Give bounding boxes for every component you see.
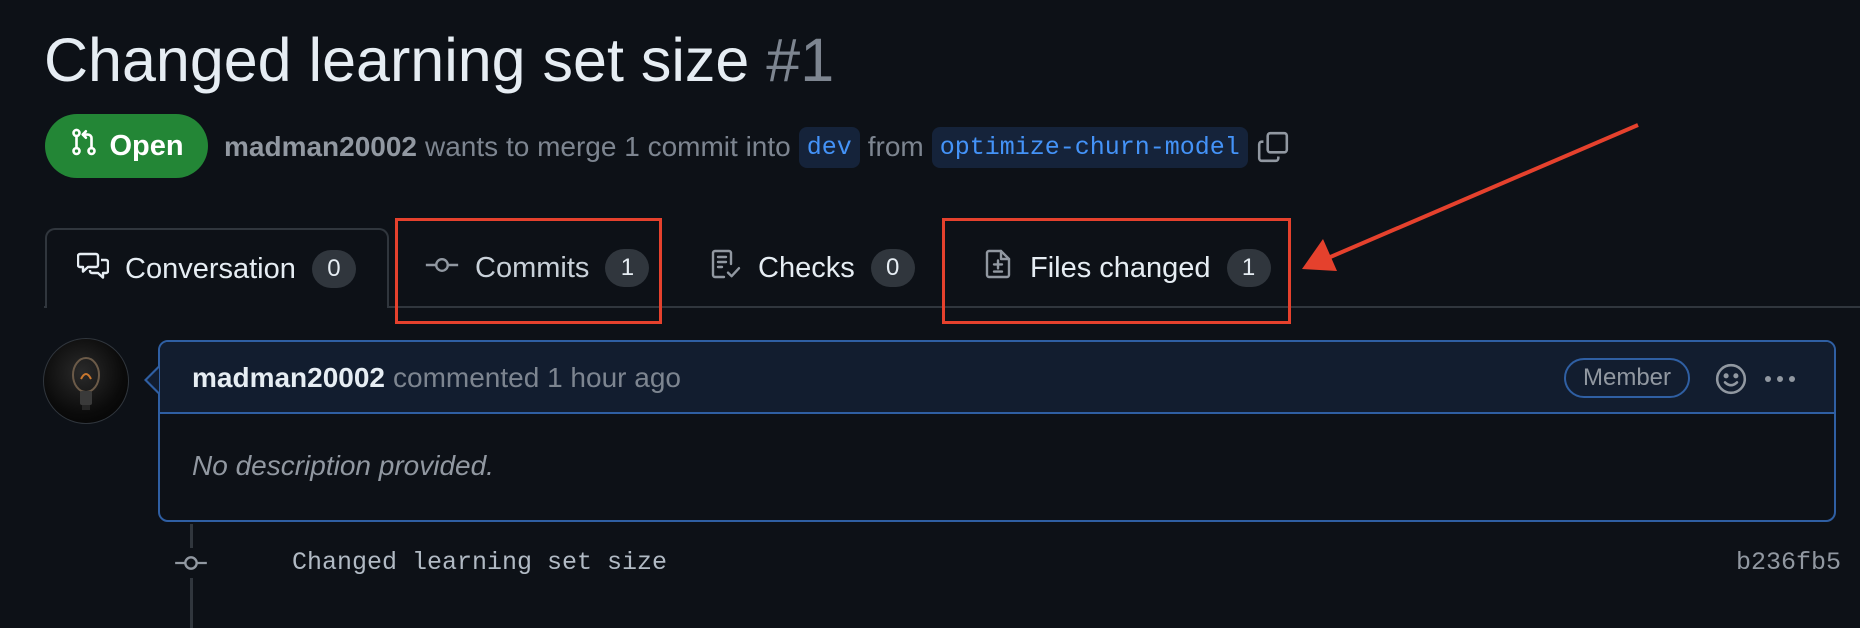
highlight-box-commits — [395, 218, 662, 324]
pr-state-label: Open — [109, 129, 184, 162]
commit-sha-link[interactable]: b236fb5 — [1736, 548, 1841, 577]
tab-checks-counter: 0 — [870, 249, 915, 287]
pr-title: Changed learning set size #1 — [44, 18, 834, 102]
commit-message-link[interactable]: Changed learning set size — [292, 548, 667, 577]
tab-checks-label: Checks — [758, 251, 855, 284]
avatar[interactable] — [43, 338, 129, 424]
member-badge: Member — [1564, 358, 1690, 398]
smiley-icon[interactable] — [1714, 362, 1748, 401]
comment-body: No description provided. — [192, 450, 494, 481]
head-branch-link[interactable]: optimize-churn-model — [931, 126, 1248, 168]
comment-timestamp[interactable]: commented 1 hour ago — [393, 362, 681, 394]
kebab-horizontal-icon[interactable] — [1760, 362, 1800, 401]
pr-author-link[interactable]: madman20002 — [224, 131, 417, 163]
base-branch-link[interactable]: dev — [798, 126, 860, 168]
merge-text: wants to merge 1 commit into — [425, 131, 791, 162]
from-text: from — [867, 131, 924, 162]
highlight-box-files-changed — [942, 218, 1291, 324]
comment-caret-fill — [147, 368, 159, 392]
tab-checks[interactable]: Checks 0 — [680, 228, 945, 308]
checklist-icon — [710, 248, 742, 288]
tab-conversation-counter: 0 — [311, 250, 356, 288]
pr-meta-line: madman20002 wants to merge 1 commit into… — [224, 124, 1290, 170]
git-commit-icon — [174, 548, 208, 583]
tab-conversation-label: Conversation — [125, 252, 296, 285]
lightbulb-icon — [72, 357, 100, 410]
tab-conversation[interactable]: Conversation 0 — [45, 228, 389, 308]
pr-number: #1 — [766, 26, 835, 94]
git-pull-request-icon — [69, 127, 99, 165]
copy-icon[interactable] — [1256, 130, 1290, 164]
comment-discussion-icon — [76, 249, 110, 289]
annotation-arrow — [1302, 123, 1639, 271]
comment-author-link[interactable]: madman20002 — [192, 362, 385, 394]
pr-title-text: Changed learning set size — [44, 26, 750, 94]
pr-state-badge: Open — [45, 114, 208, 178]
comment-meta: madman20002 commented 1 hour ago — [192, 358, 681, 398]
